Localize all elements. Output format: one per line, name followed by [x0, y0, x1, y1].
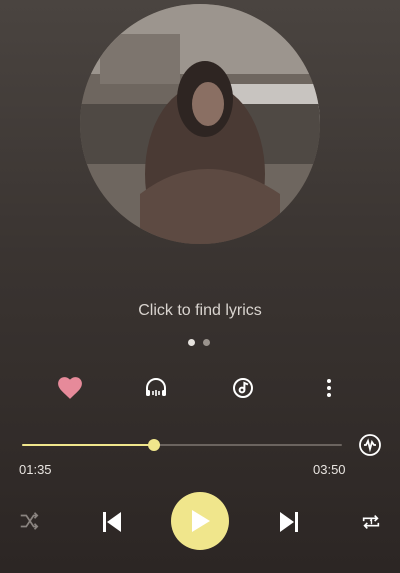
skip-next-icon	[280, 512, 298, 532]
seek-progress	[22, 444, 155, 446]
more-vertical-icon	[327, 379, 331, 397]
more-options-button[interactable]	[313, 372, 345, 404]
listen-button[interactable]	[140, 372, 172, 404]
page-indicator	[188, 339, 212, 347]
repeat-button[interactable]	[358, 509, 384, 535]
skip-previous-icon	[103, 512, 121, 532]
find-lyrics-link[interactable]: Click to find lyrics	[0, 302, 400, 320]
seek-thumb[interactable]	[148, 439, 161, 451]
music-disc-icon	[233, 378, 253, 398]
previous-button[interactable]	[99, 509, 125, 535]
like-button[interactable]	[54, 372, 86, 404]
sound-effect-icon	[359, 434, 381, 456]
repeat-one-icon	[362, 514, 380, 530]
album-art-image	[80, 4, 320, 244]
headphones-icon	[146, 378, 166, 396]
action-row	[0, 372, 400, 404]
play-icon	[192, 510, 210, 532]
play-button[interactable]	[171, 492, 229, 550]
shuffle-button[interactable]	[17, 509, 41, 533]
total-time: 03:50	[313, 462, 346, 477]
next-button[interactable]	[276, 509, 302, 535]
page-dot	[203, 339, 210, 346]
sound-effect-button[interactable]	[358, 433, 382, 457]
shuffle-icon	[20, 512, 39, 530]
seek-bar[interactable]	[22, 439, 342, 451]
current-time: 01:35	[19, 462, 52, 477]
playback-controls	[0, 492, 400, 552]
page-dot-active	[188, 339, 195, 346]
heart-icon	[58, 377, 82, 399]
album-art[interactable]	[80, 4, 320, 244]
music-disc-button[interactable]	[227, 372, 259, 404]
